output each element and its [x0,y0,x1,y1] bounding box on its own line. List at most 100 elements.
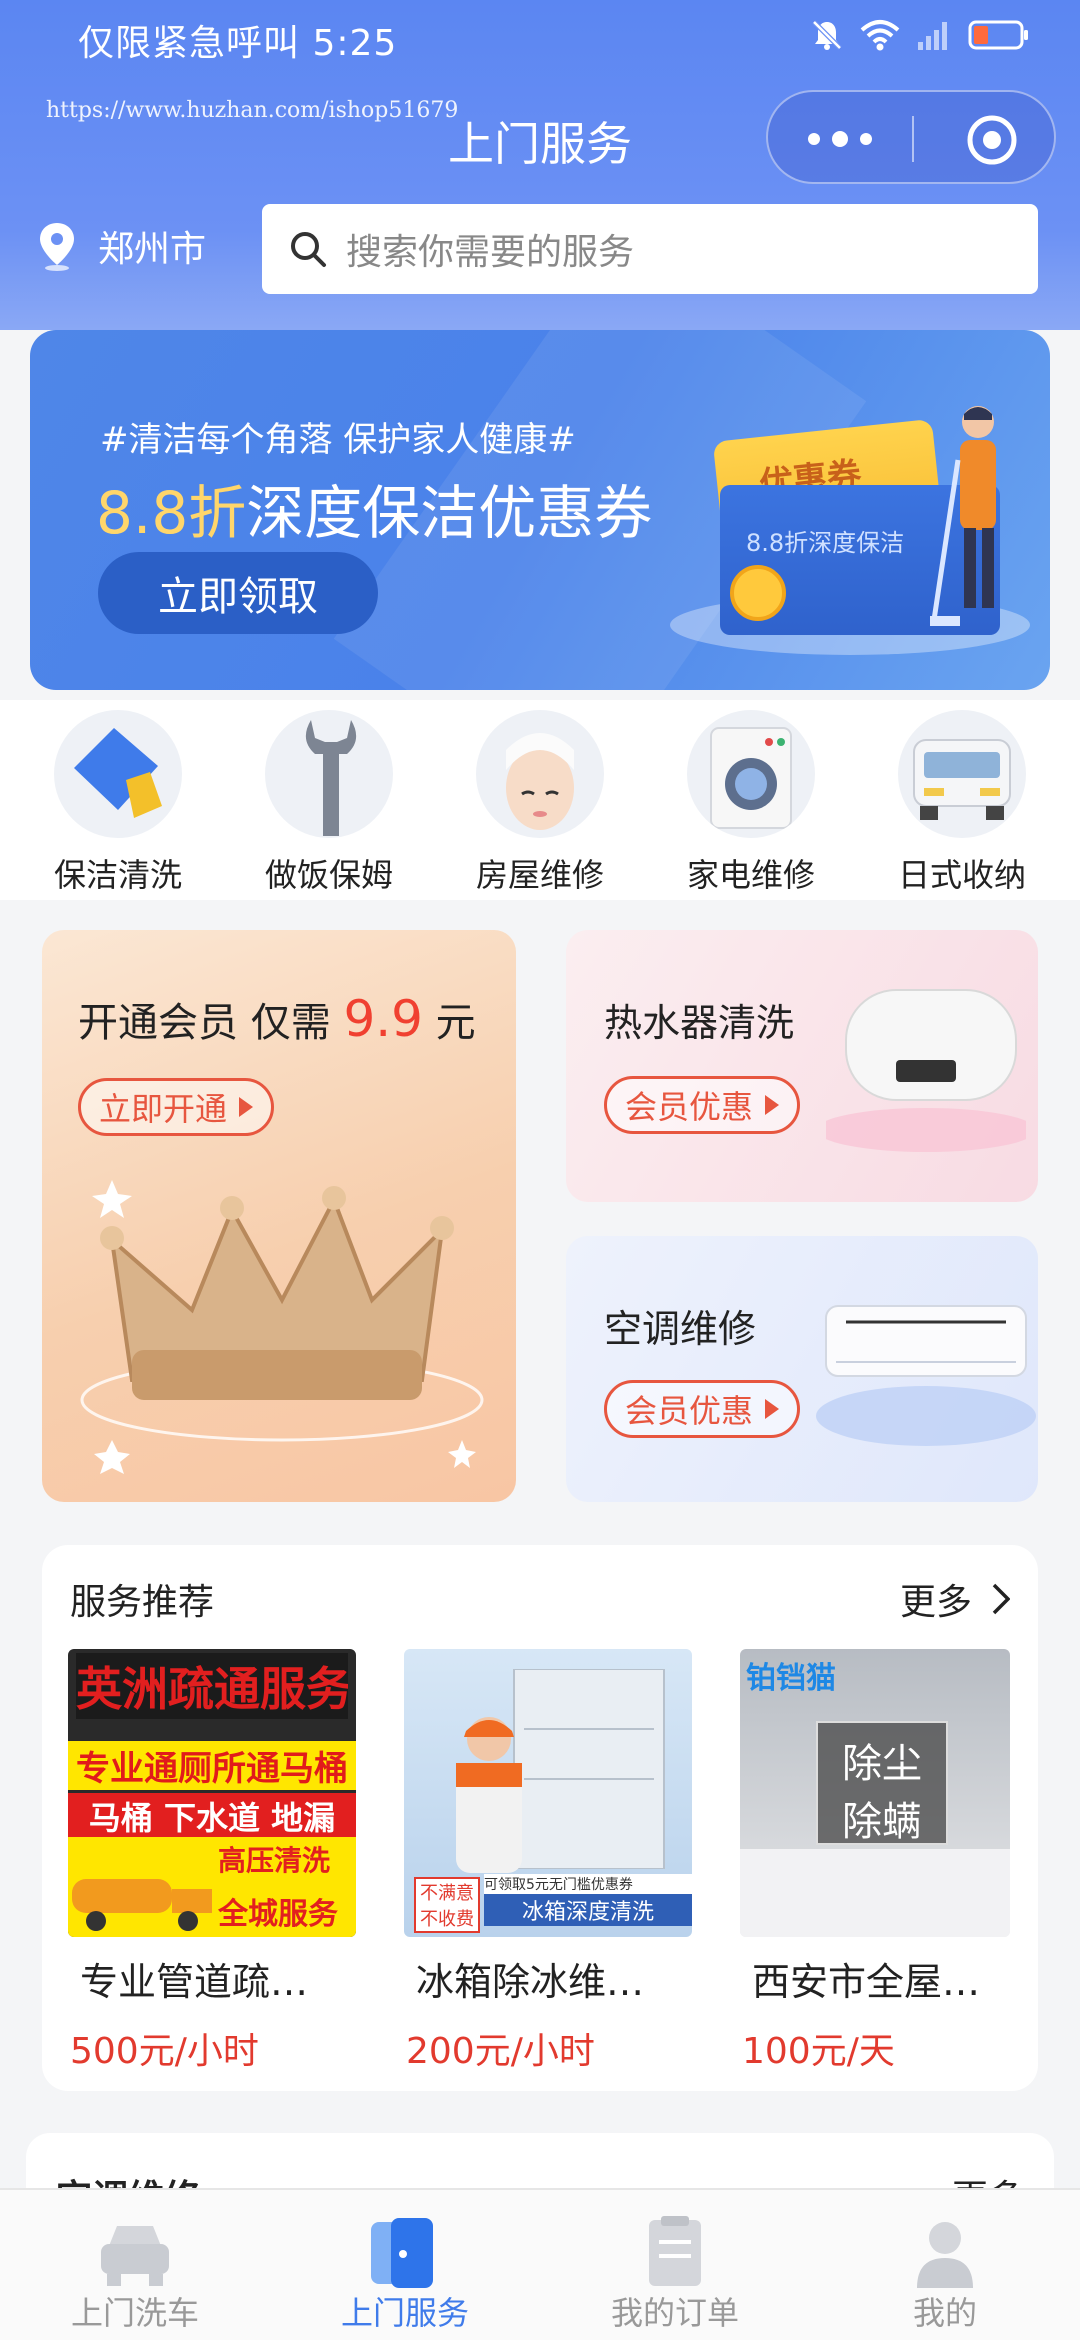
open-membership-button[interactable]: 立即开通 [78,1078,275,1136]
member-price: 9.9 [343,990,423,1048]
promo-banner[interactable]: #清洁每个角落 保护家人健康# 8.8折深度保洁优惠券 立即领取 优惠券 8.8… [30,330,1050,690]
image-text: 除尘 [842,1741,922,1787]
header: 仅限紧急呼叫 5:25 https://www.huzhan.com/ishop… [0,0,1080,330]
chevron-right-icon [992,1583,1010,1615]
banner-title: 8.8折深度保洁优惠券 [96,466,652,550]
dust-mite-label-box: 除尘 除螨 [816,1721,948,1845]
image-text: 马桶 下水道 地漏 [68,1793,356,1839]
service-price: 100元/天 [742,2031,895,2072]
category-cooking-nanny[interactable]: 做饭保姆 [229,710,429,896]
face-care-icon [476,710,604,838]
image-text: 铂铛猫 [746,1661,836,1696]
mute-bell-icon [812,20,842,50]
capsule-divider [912,116,914,162]
banner-subtitle: #清洁每个角落 保护家人健康# [100,420,576,460]
technician-illustration [456,1717,522,1873]
tanker-truck-icon [72,1879,212,1931]
category-house-repair[interactable]: 房屋维修 [440,710,640,896]
image-text: 专业通厕所通马桶 [68,1741,356,1790]
coin-icon [730,565,786,621]
user-icon [917,2222,973,2288]
service-name: 专业管道疏… [80,1960,309,2004]
aircon-member-label: 会员优惠 [625,1392,754,1430]
image-text: 英洲疏通服务 [76,1653,348,1719]
status-icons [810,18,1030,52]
water-heater-member-label: 会员优惠 [625,1088,754,1126]
search-placeholder: 搜索你需要的服务 [346,232,635,273]
member-promo-card[interactable]: 开通会员 仅需 9.9 元 立即开通 [42,930,516,1502]
service-image-fridge: 可领取5元无门槛优惠券 冰箱深度清洗 不满意 不收费 [404,1649,692,1937]
tab-label: 上门服务 [340,2294,469,2332]
member-promo-title: 开通会员 仅需 9.9 元 [78,990,476,1048]
aircon-promo-card[interactable]: 空调维修 会员优惠 [566,1236,1038,1502]
washing-machine-icon [687,710,815,838]
category-cleaning[interactable]: 保洁清洗 [18,710,218,896]
category-label: 做饭保姆 [264,856,393,894]
member-price-unit: 元 [422,1000,476,1046]
water-heater-promo-card[interactable]: 热水器清洗 会员优惠 [566,930,1038,1202]
recommend-item[interactable]: 铂铛猫 除尘 除螨 西安市全屋… 100元/天 [740,1649,1010,2074]
status-text: 仅限紧急呼叫 5:25 [78,23,398,64]
image-text: 除螨 [842,1799,922,1845]
search-input[interactable]: 搜索你需要的服务 [262,204,1038,294]
section-title: 服务推荐 [70,1582,215,1623]
play-arrow-icon [765,1095,780,1115]
category-appliance-repair[interactable]: 家电维修 [651,710,851,896]
tab-label: 上门洗车 [70,2294,199,2332]
cleaning-cloth-icon [54,710,182,838]
water-heater-member-button[interactable]: 会员优惠 [604,1076,801,1134]
member-promo-prefix: 开通会员 仅需 [78,1000,344,1046]
crown-illustration [80,1180,484,1474]
more-link[interactable]: 更多 [900,1573,1010,1625]
service-name: 西安市全屋… [752,1960,981,2004]
battery-icon [968,20,1028,50]
car-icon [101,2226,169,2286]
bed-illustration [740,1849,1010,1937]
air-conditioner-illustration [816,1305,1036,1446]
aircon-member-button[interactable]: 会员优惠 [604,1380,801,1438]
mini-program-capsule [766,90,1056,184]
tab-home-service[interactable]: 上门服务 [270,2190,540,2340]
tab-label: 我的订单 [610,2294,739,2332]
more-dots-icon[interactable] [808,120,872,158]
category-label: 房屋维修 [475,856,604,894]
recommend-item[interactable]: 英洲疏通服务 专业通厕所通马桶 马桶 下水道 地漏 高压清洗 全城服务 专业管道… [68,1649,356,2074]
open-membership-label: 立即开通 [99,1090,228,1128]
service-image-bedroom: 铂铛猫 除尘 除螨 [740,1649,1010,1937]
image-text: 不满意 [420,1883,474,1904]
guarantee-badge: 不满意 不收费 [414,1877,480,1933]
water-heater-title: 热水器清洗 [604,1001,795,1045]
tab-my-orders[interactable]: 我的订单 [540,2190,810,2340]
image-text: 不收费 [420,1909,474,1930]
image-text: 可领取5元无门槛优惠券 [484,1874,692,1894]
recommend-item[interactable]: 可领取5元无门槛优惠券 冰箱深度清洗 不满意 不收费 冰箱除冰维… 200元/小… [404,1649,692,2074]
banner-title-text: 深度保洁优惠券 [246,479,653,547]
category-japanese-storage[interactable]: 日式收纳 [862,710,1062,896]
image-text: 全城服务 [218,1897,338,1932]
image-text: 高压清洗 [218,1844,331,1877]
wifi-icon [860,20,900,51]
category-label: 日式收纳 [897,856,1026,894]
door-icon [371,2218,433,2288]
signal-icon [918,22,947,50]
service-price: 500元/小时 [70,2031,259,2072]
category-grid: 保洁清洗 做饭保姆 房屋维修 家电维修 日式收纳 [0,700,1080,900]
van-icon [898,710,1026,838]
location-selector[interactable]: 郑州市 [38,220,206,272]
category-label: 家电维修 [686,856,815,894]
service-recommend-section: 服务推荐 更多 英洲疏通服务 专业通厕所通马桶 马桶 下水道 地漏 高压清洗 全… [42,1545,1038,2091]
status-bar: 仅限紧急呼叫 5:25 [0,0,1080,80]
envelope-text: 8.8折深度保洁 [746,529,905,557]
tab-car-wash[interactable]: 上门洗车 [0,2190,270,2340]
play-arrow-icon [765,1399,780,1419]
aircon-title: 空调维修 [604,1307,757,1351]
service-name: 冰箱除冰维… [416,1960,645,2004]
claim-coupon-button[interactable]: 立即领取 [98,552,378,634]
play-arrow-icon [239,1097,254,1117]
service-image-pipe: 英洲疏通服务 专业通厕所通马桶 马桶 下水道 地漏 高压清洗 全城服务 [68,1649,356,1937]
bottom-tab-bar: 上门洗车 上门服务 我的订单 我的 [0,2188,1080,2340]
category-label: 保洁清洗 [53,856,182,894]
close-target-icon[interactable] [964,112,1020,168]
tab-mine[interactable]: 我的 [810,2190,1080,2340]
cleaner-illustration [930,406,996,626]
